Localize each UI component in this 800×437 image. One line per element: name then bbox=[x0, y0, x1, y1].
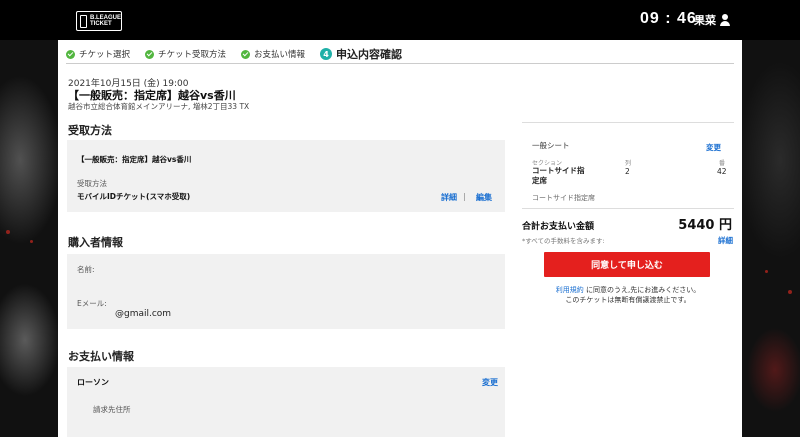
step-ticket-selection: チケット選択 bbox=[66, 48, 130, 60]
divider bbox=[522, 122, 734, 123]
resale-notice: このチケットは無断有償譲渡禁止です。 bbox=[565, 296, 691, 304]
fee-note: *すべての手数料を含みます: bbox=[522, 237, 605, 245]
step-label: お支払い情報 bbox=[254, 50, 306, 60]
fee-detail-link[interactable]: 詳細 bbox=[718, 235, 733, 246]
terms-text: に同意のうえ,先にお進みください。 bbox=[586, 286, 701, 294]
progress-steps: チケット選択 チケット受取方法 お支払い情報 4 申込内容確認 bbox=[66, 46, 417, 62]
step-payment-info: お支払い情報 bbox=[241, 48, 305, 60]
total-label: 合計お支払い金額 bbox=[522, 222, 595, 232]
section-value-line1: コートサイド指 bbox=[532, 166, 585, 175]
receive-method-value: モバイルIDチケット(スマホ受取) bbox=[77, 192, 191, 201]
number-label: 番 bbox=[719, 160, 726, 167]
user-menu[interactable]: 果菜 bbox=[694, 12, 731, 28]
buyer-email-value: @gmail.com bbox=[115, 309, 172, 319]
step-confirm: 4 申込内容確認 bbox=[320, 46, 402, 62]
section-value: コートサイド指 定席 bbox=[532, 166, 585, 186]
terms-link[interactable]: 利用規約 bbox=[556, 286, 584, 294]
row-value: 2 bbox=[625, 167, 630, 176]
payment-heading: お支払い情報 bbox=[68, 350, 134, 363]
event-venue: 越谷市立総合体育館メインアリーナ, 増林2丁目33 TX bbox=[68, 102, 250, 111]
step-label: チケット選択 bbox=[79, 50, 131, 60]
receive-ticket-name: 【一般販売：指定席】越谷vs香川 bbox=[77, 155, 192, 164]
step-receive-method: チケット受取方法 bbox=[145, 48, 226, 60]
step-number-badge: 4 bbox=[320, 48, 333, 60]
row-label: 列 bbox=[625, 160, 632, 167]
buyer-name-label: 名前: bbox=[77, 265, 95, 274]
logo-mark-icon bbox=[80, 14, 87, 28]
user-icon bbox=[719, 14, 731, 26]
receive-box: 【一般販売：指定席】越谷vs香川 受取方法 モバイルIDチケット(スマホ受取) … bbox=[67, 140, 505, 212]
receive-detail-link[interactable]: 詳細 bbox=[441, 192, 457, 203]
check-icon bbox=[66, 49, 75, 59]
receive-heading: 受取方法 bbox=[68, 124, 112, 137]
number-value: 42 bbox=[717, 167, 727, 176]
countdown-clock: 09 : 46 bbox=[640, 10, 697, 27]
billing-address-label: 請求先住所 bbox=[93, 405, 131, 414]
payment-method: ローソン bbox=[77, 378, 109, 387]
seat-type: 一般シート bbox=[532, 141, 570, 150]
buyer-email-label: Eメール: bbox=[77, 299, 107, 308]
total-amount: 5440 円 bbox=[678, 218, 732, 233]
receive-method-label: 受取方法 bbox=[77, 179, 107, 188]
main-panel: チケット選択 チケット受取方法 お支払い情報 4 申込内容確認 2021年10月… bbox=[58, 40, 742, 437]
agree-and-apply-button[interactable]: 同意して申し込む bbox=[544, 252, 710, 277]
terms-note: 利用規約 に同意のうえ,先にお進みください。 このチケットは無断有償譲渡禁止です… bbox=[522, 285, 734, 305]
section-value-line2: 定席 bbox=[532, 176, 547, 185]
step-label: 申込内容確認 bbox=[336, 48, 403, 61]
background-light bbox=[30, 240, 33, 243]
check-icon bbox=[241, 49, 251, 59]
payment-box: ローソン 変更 請求先住所 bbox=[67, 367, 505, 437]
background-light bbox=[6, 230, 10, 234]
receive-edit-link[interactable]: 編集 bbox=[476, 192, 492, 203]
background-light bbox=[765, 270, 768, 273]
user-name: 果菜 bbox=[694, 14, 716, 27]
seat-change-link[interactable]: 変更 bbox=[706, 142, 721, 153]
buyer-box: 名前: Eメール: @gmail.com bbox=[67, 254, 505, 329]
section-caption: コートサイド指定席 bbox=[532, 194, 595, 202]
payment-change-link[interactable]: 変更 bbox=[482, 377, 498, 388]
divider bbox=[66, 63, 734, 64]
divider bbox=[522, 208, 734, 209]
step-label: チケット受取方法 bbox=[158, 50, 227, 60]
background-light bbox=[788, 290, 792, 294]
bleague-ticket-logo[interactable]: B.LEAGUE TICKET bbox=[76, 11, 122, 31]
logo-text-line2: TICKET bbox=[89, 21, 112, 27]
check-icon bbox=[145, 49, 155, 59]
buyer-heading: 購入者情報 bbox=[68, 236, 123, 249]
link-separator: | bbox=[463, 192, 466, 201]
top-bar: B.LEAGUE TICKET 09 : 46 果菜 bbox=[0, 0, 800, 40]
